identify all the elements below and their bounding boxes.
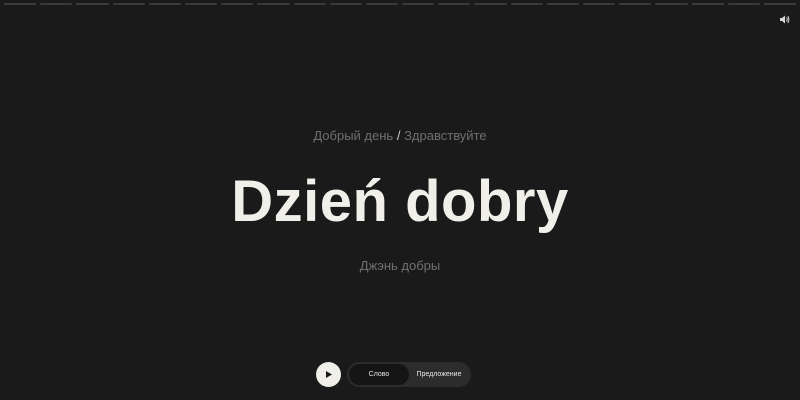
- progress-segment: [257, 3, 290, 5]
- progress-segment: [583, 3, 616, 5]
- transcription: Джэнь добры: [359, 258, 441, 273]
- progress-segment: [655, 3, 688, 5]
- progress-segment: [365, 3, 399, 5]
- progress-bar: [4, 3, 797, 5]
- progress-segment: [148, 3, 181, 5]
- progress-segment: [40, 3, 73, 5]
- progress-segment: [112, 3, 145, 5]
- mode-sentence-option[interactable]: Предложение: [409, 364, 469, 385]
- playback-controls: Слово Предложение: [316, 362, 471, 387]
- speaker-icon: [780, 15, 790, 23]
- progress-segment: [221, 3, 254, 5]
- progress-segment: [184, 3, 218, 5]
- foreign-word: Dzień dobry: [231, 169, 569, 234]
- progress-segment: [763, 3, 797, 5]
- progress-segment: [691, 3, 724, 5]
- progress-segment: [402, 3, 435, 5]
- mode-toggle: Слово Предложение: [347, 362, 471, 387]
- progress-segment: [76, 3, 109, 5]
- progress-segment: [293, 3, 326, 5]
- progress-segment: [474, 3, 507, 5]
- progress-segment: [329, 3, 362, 5]
- progress-segment: [727, 3, 760, 5]
- mode-word-option[interactable]: Слово: [349, 364, 409, 385]
- progress-segment: [546, 3, 579, 5]
- translation-separator: /: [396, 128, 401, 143]
- progress-segment: [619, 3, 652, 5]
- play-icon: [326, 371, 332, 378]
- translation-primary: Добрый день: [313, 128, 394, 143]
- translation: Добрый день / Здравствуйте: [0, 128, 800, 143]
- sound-button[interactable]: [778, 13, 792, 25]
- play-button[interactable]: [316, 362, 341, 387]
- progress-segment: [510, 3, 543, 5]
- progress-segment: [4, 3, 37, 5]
- flashcard-screen: Добрый день / Здравствуйте Dzień dobry Д…: [0, 0, 800, 400]
- translation-secondary: Здравствуйте: [404, 128, 487, 143]
- progress-segment: [438, 3, 471, 5]
